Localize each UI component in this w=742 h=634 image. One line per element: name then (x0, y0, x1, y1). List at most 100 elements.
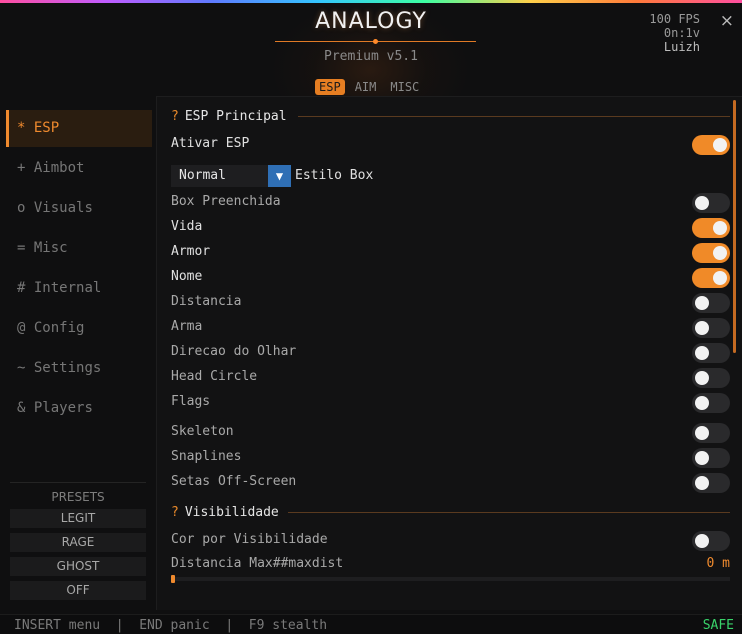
arma-label: Arma (171, 319, 203, 334)
preset-off-button[interactable]: OFF (10, 581, 146, 600)
preset-ghost-button[interactable]: GHOST (10, 557, 146, 576)
tab-misc[interactable]: MISC (386, 79, 423, 95)
toggle-knob (713, 246, 727, 260)
head-circle-label: Head Circle (171, 369, 258, 384)
arma-toggle[interactable] (692, 318, 730, 338)
sidebar-item-internal[interactable]: # Internal (6, 270, 152, 307)
toggle-knob (695, 371, 709, 385)
toggle-knob (695, 296, 709, 310)
toggle-knob (695, 476, 709, 490)
armor-label: Armor (171, 244, 211, 259)
sidebar-item-label: Internal (33, 280, 102, 296)
distancia-max-slider[interactable] (171, 577, 730, 581)
equals-icon: = (17, 240, 26, 256)
section-rule (298, 116, 730, 117)
keybind-hints: INSERT menu | END panic | F9 stealth (14, 618, 328, 633)
question-icon: ? (171, 504, 179, 520)
presets-divider (10, 482, 146, 483)
sidebar-item-label: Players (33, 400, 93, 416)
asterisk-icon: * (17, 120, 26, 136)
estilo-box-label: Estilo Box (295, 168, 374, 183)
stats-panel: 100 FPS 0n:1v Luizh (649, 12, 700, 54)
top-tabs: ESP AIM MISC (315, 79, 423, 95)
section-title: ESP Principal (184, 108, 287, 124)
sidebar-item-esp[interactable]: * ESP (6, 110, 152, 147)
box-preenchida-toggle[interactable] (692, 193, 730, 213)
username: Luizh (663, 40, 700, 54)
toggle-knob (695, 321, 709, 335)
snaplines-toggle[interactable] (692, 448, 730, 468)
distancia-toggle[interactable] (692, 293, 730, 313)
sidebar-item-label: Visuals (33, 200, 93, 216)
at-icon: @ (17, 320, 26, 336)
toggle-knob (713, 221, 727, 235)
presets-label: PRESETS (51, 490, 105, 504)
slider-handle[interactable] (171, 575, 175, 583)
tilde-icon: ~ (17, 360, 26, 376)
app-subtitle: Premium v5.1 (324, 49, 418, 64)
distancia-max-value: 0 m (706, 556, 730, 571)
sidebar-item-visuals[interactable]: o Visuals (6, 190, 152, 227)
cor-visibilidade-toggle[interactable] (692, 531, 730, 551)
armor-toggle[interactable] (692, 243, 730, 263)
sidebar-item-label: Config (33, 320, 85, 336)
vida-label: Vida (171, 219, 203, 234)
ativar-esp-label: Ativar ESP (171, 136, 250, 151)
divider-dot (373, 39, 378, 44)
distancia-max-label: Distancia Max##maxdist (171, 556, 344, 571)
title-divider (275, 39, 476, 44)
section-esp-principal: ? ESP Principal (171, 108, 287, 124)
setas-off-screen-label: Setas Off-Screen (171, 474, 297, 489)
sidebar-item-label: Settings (33, 360, 102, 376)
preset-legit-button[interactable]: LEGIT (10, 509, 146, 528)
box-preenchida-label: Box Preenchida (171, 194, 281, 209)
content-scrollbar[interactable] (733, 100, 736, 353)
circle-icon: o (17, 200, 26, 216)
nome-label: Nome (171, 269, 203, 284)
toggle-knob (695, 196, 709, 210)
section-rule (288, 512, 730, 513)
sidebar-item-misc[interactable]: = Misc (6, 230, 152, 267)
sidebar: * ESP + Aimbot o Visuals = Misc # Intern… (0, 106, 156, 606)
chevron-down-icon: ▼ (268, 165, 291, 187)
estilo-box-dropdown[interactable]: Normal ▼ (171, 165, 291, 187)
session-time: 0n:1v (663, 26, 700, 40)
question-icon: ? (171, 108, 179, 124)
plus-icon: + (17, 160, 26, 176)
section-visibilidade: ? Visibilidade (171, 504, 279, 520)
cor-visibilidade-label: Cor por Visibilidade (171, 532, 328, 547)
tab-esp[interactable]: ESP (315, 79, 345, 95)
toggle-knob (695, 346, 709, 360)
direcao-olhar-toggle[interactable] (692, 343, 730, 363)
sidebar-item-players[interactable]: & Players (6, 390, 152, 427)
section-title: Visibilidade (184, 504, 279, 520)
preset-rage-button[interactable]: RAGE (10, 533, 146, 552)
direcao-olhar-label: Direcao do Olhar (171, 344, 297, 359)
nome-toggle[interactable] (692, 268, 730, 288)
sidebar-item-config[interactable]: @ Config (6, 310, 152, 347)
toggle-knob (695, 451, 709, 465)
app-title: ANALOGY (315, 9, 427, 34)
skeleton-label: Skeleton (171, 424, 234, 439)
skeleton-toggle[interactable] (692, 423, 730, 443)
ativar-esp-toggle[interactable] (692, 135, 730, 155)
sidebar-item-aimbot[interactable]: + Aimbot (6, 150, 152, 187)
sidebar-item-settings[interactable]: ~ Settings (6, 350, 152, 387)
status-bar: INSERT menu | END panic | F9 stealth SAF… (0, 614, 742, 634)
snaplines-label: Snaplines (171, 449, 242, 464)
flags-toggle[interactable] (692, 393, 730, 413)
tab-aim[interactable]: AIM (351, 79, 381, 95)
toggle-knob (695, 396, 709, 410)
sidebar-item-label: Misc (33, 240, 68, 256)
toggle-knob (713, 138, 727, 152)
hash-icon: # (17, 280, 26, 296)
dropdown-value: Normal (179, 168, 226, 183)
close-button[interactable]: × (720, 11, 734, 31)
flags-label: Flags (171, 394, 211, 409)
distancia-label: Distancia (171, 294, 242, 309)
sidebar-item-label: Aimbot (33, 160, 85, 176)
vida-toggle[interactable] (692, 218, 730, 238)
head-circle-toggle[interactable] (692, 368, 730, 388)
fps-counter: 100 FPS (649, 12, 700, 26)
setas-off-screen-toggle[interactable] (692, 473, 730, 493)
